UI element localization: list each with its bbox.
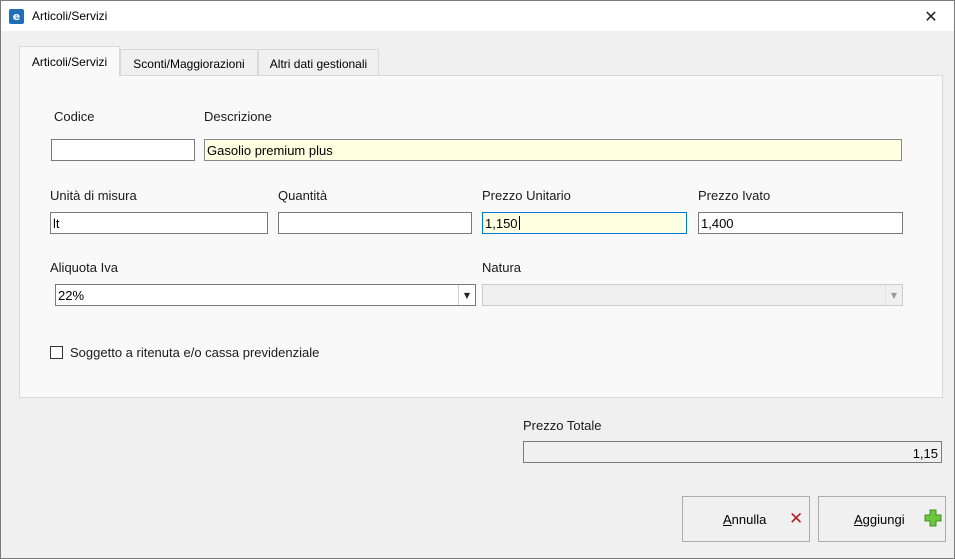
unita-misura-label: Unità di misura bbox=[50, 188, 137, 203]
app-logo-icon: e bbox=[9, 9, 24, 24]
prezzo-unitario-value: 1,150 bbox=[485, 216, 518, 231]
ritenuta-label[interactable]: Soggetto a ritenuta e/o cassa previdenzi… bbox=[70, 345, 319, 360]
quantita-label: Quantità bbox=[278, 188, 328, 203]
unita-misura-input[interactable]: lt bbox=[50, 212, 268, 234]
codice-input[interactable] bbox=[51, 139, 195, 161]
annulla-button[interactable]: Annulla ✕ bbox=[682, 496, 810, 542]
quantita-input[interactable] bbox=[278, 212, 472, 234]
aggiungi-label: Aggiungi bbox=[854, 511, 905, 527]
window-title: Articoli/Servizi bbox=[32, 9, 108, 23]
dialog-window: e Articoli/Servizi ✕ Articoli/Servizi Sc… bbox=[0, 0, 955, 559]
tab-label: Sconti/Maggiorazioni bbox=[133, 57, 245, 71]
natura-label: Natura bbox=[482, 260, 522, 275]
ritenuta-checkbox[interactable] bbox=[50, 346, 63, 359]
prezzo-unitario-label: Prezzo Unitario bbox=[482, 188, 571, 203]
prezzo-ivato-input[interactable]: 1,400 bbox=[698, 212, 903, 234]
close-icon: ✕ bbox=[924, 6, 938, 26]
natura-select[interactable]: ▼ bbox=[482, 284, 903, 306]
aliquota-iva-select[interactable]: 22% ▼ bbox=[55, 284, 476, 306]
title-bar[interactable]: e Articoli/Servizi ✕ bbox=[1, 1, 954, 31]
plus-icon bbox=[924, 509, 942, 527]
chevron-down-icon[interactable]: ▼ bbox=[885, 285, 902, 305]
close-x-icon: ✕ bbox=[789, 509, 804, 529]
tab-articoli-servizi[interactable]: Articoli/Servizi bbox=[19, 46, 120, 76]
prezzo-totale-label: Prezzo Totale bbox=[523, 418, 602, 433]
codice-label: Codice bbox=[54, 109, 95, 124]
tab-sconti-maggiorazioni[interactable]: Sconti/Maggiorazioni bbox=[120, 49, 258, 75]
prezzo-ivato-label: Prezzo Ivato bbox=[698, 188, 771, 203]
prezzo-totale-field: 1,15 bbox=[523, 441, 942, 463]
close-button[interactable]: ✕ bbox=[908, 1, 954, 31]
prezzo-unitario-input[interactable]: 1,150 bbox=[482, 212, 687, 234]
chevron-down-icon[interactable]: ▼ bbox=[458, 285, 475, 305]
tab-altri-dati-gestionali[interactable]: Altri dati gestionali bbox=[258, 49, 379, 75]
descrizione-input[interactable]: Gasolio premium plus bbox=[204, 139, 902, 161]
tab-label: Altri dati gestionali bbox=[269, 57, 368, 71]
descrizione-label: Descrizione bbox=[204, 109, 272, 124]
aliquota-iva-label: Aliquota Iva bbox=[50, 260, 118, 275]
tab-label: Articoli/Servizi bbox=[31, 55, 108, 69]
aggiungi-button[interactable]: Aggiungi bbox=[818, 496, 946, 542]
annulla-label: Annulla bbox=[723, 511, 767, 527]
text-caret bbox=[518, 216, 520, 230]
aliquota-iva-value: 22% bbox=[58, 288, 85, 303]
